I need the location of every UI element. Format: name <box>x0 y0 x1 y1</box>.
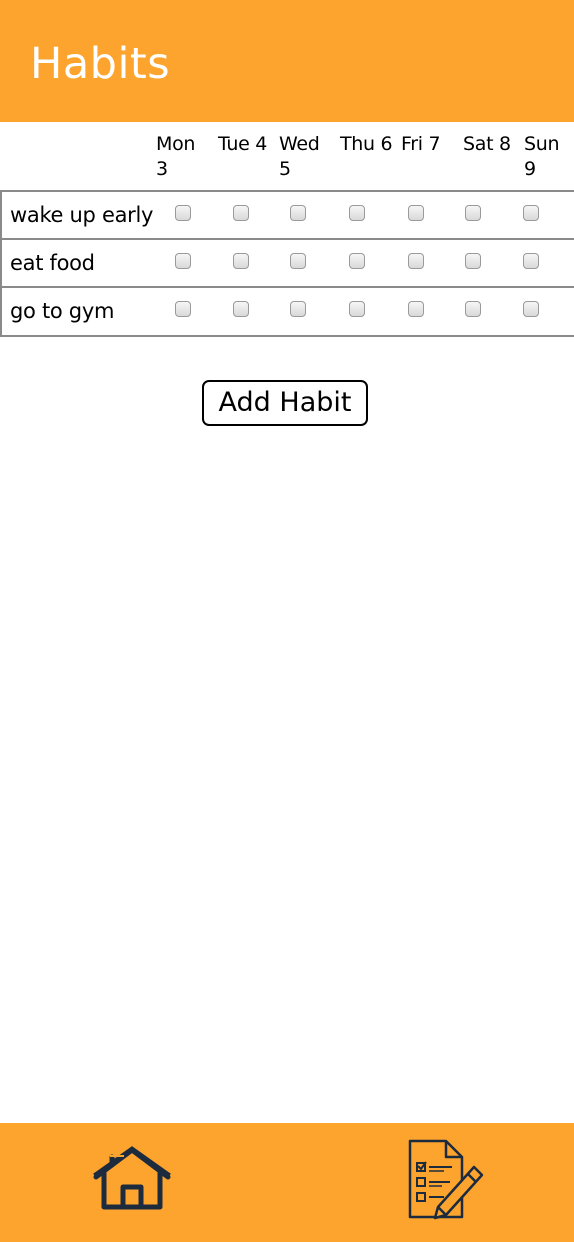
checkbox-sun[interactable] <box>523 205 539 221</box>
day-header-sun: Sun 9 <box>524 133 560 180</box>
habit-list-nav-button[interactable] <box>404 1137 488 1221</box>
checkbox-thu[interactable] <box>349 253 365 269</box>
row-divider <box>0 192 2 239</box>
checkbox-wed[interactable] <box>290 253 306 269</box>
table-row: go to gym <box>0 286 574 337</box>
checkbox-wed[interactable] <box>290 205 306 221</box>
home-icon <box>93 1146 171 1210</box>
checkbox-sat[interactable] <box>465 301 481 317</box>
checkbox-fri[interactable] <box>408 253 424 269</box>
checkbox-thu[interactable] <box>349 301 365 317</box>
checkbox-tue[interactable] <box>233 253 249 269</box>
table-row: wake up early <box>0 190 574 239</box>
app-header: Habits <box>0 0 574 122</box>
day-header-thu: Thu 6 <box>340 133 393 155</box>
day-header-sat: Sat 8 <box>463 133 511 155</box>
day-header-fri: Fri 7 <box>401 133 441 155</box>
checkbox-fri[interactable] <box>408 205 424 221</box>
habit-name: go to gym <box>10 299 115 323</box>
checkbox-sat[interactable] <box>465 205 481 221</box>
table-row: eat food <box>0 238 574 287</box>
checkbox-sat[interactable] <box>465 253 481 269</box>
checkbox-mon[interactable] <box>175 205 191 221</box>
page-title: Habits <box>30 39 171 89</box>
home-nav-button[interactable] <box>90 1143 174 1213</box>
checkbox-sun[interactable] <box>523 253 539 269</box>
add-habit-button[interactable]: Add Habit <box>202 380 368 426</box>
checkbox-sun[interactable] <box>523 301 539 317</box>
checkbox-tue[interactable] <box>233 205 249 221</box>
checklist-edit-icon <box>408 1139 484 1220</box>
row-divider <box>0 240 2 287</box>
checkbox-tue[interactable] <box>233 301 249 317</box>
day-header-mon: Mon 3 <box>156 133 196 180</box>
checkbox-wed[interactable] <box>290 301 306 317</box>
checkbox-mon[interactable] <box>175 301 191 317</box>
day-header-tue: Tue 4 <box>218 133 268 155</box>
bottom-nav <box>0 1123 574 1242</box>
habit-name: wake up early <box>10 203 154 227</box>
habit-name: eat food <box>10 251 95 275</box>
checkbox-mon[interactable] <box>175 253 191 269</box>
row-divider <box>0 288 2 335</box>
checkbox-thu[interactable] <box>349 205 365 221</box>
checkbox-fri[interactable] <box>408 301 424 317</box>
day-header-wed: Wed 5 <box>279 133 320 180</box>
